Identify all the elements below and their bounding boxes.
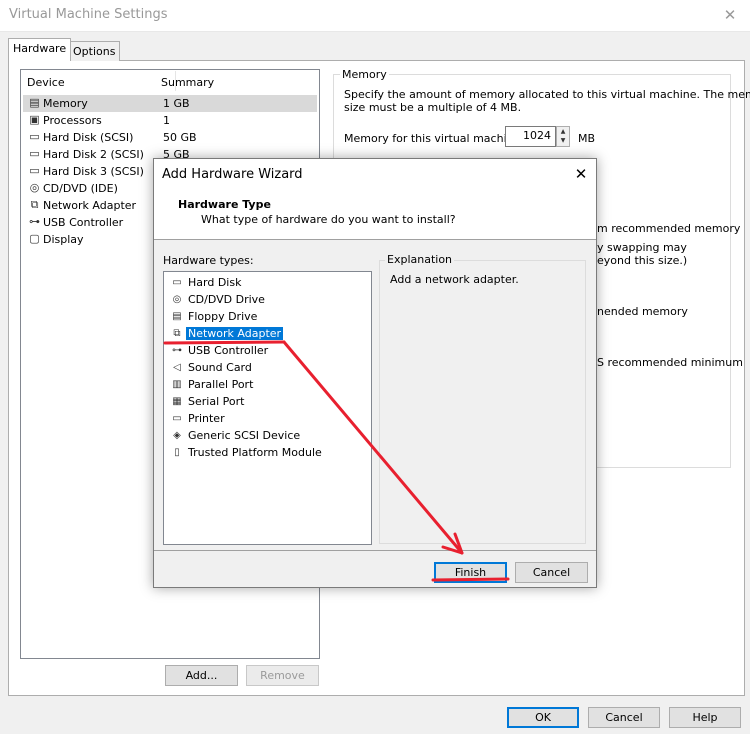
device-row[interactable]: ▣ Processors 1 — [23, 112, 317, 129]
network-adapter-icon: ⧉ — [173, 328, 181, 339]
hard-disk-icon: ▭ — [29, 130, 40, 143]
processor-icon: ▣ — [29, 113, 40, 126]
device-name: Hard Disk 3 (SCSI) — [43, 165, 144, 178]
device-name: Network Adapter — [43, 199, 137, 212]
wizard-close-icon[interactable]: ✕ — [570, 163, 592, 185]
memory-description-line2: size must be a multiple of 4 MB. — [344, 101, 522, 114]
hardware-type-item[interactable]: ⊶ USB Controller — [166, 343, 366, 359]
device-name: USB Controller — [43, 216, 124, 229]
memory-note-5: S recommended minimum — [597, 356, 743, 369]
memory-unit: MB — [578, 132, 596, 145]
device-row[interactable]: ▭ Hard Disk (SCSI) 50 GB — [23, 129, 317, 146]
hardware-type-item[interactable]: ▭ Printer — [166, 411, 366, 427]
column-header-summary[interactable]: Summary — [161, 76, 214, 89]
hardware-type-label: Generic SCSI Device — [188, 429, 301, 442]
hardware-type-item[interactable]: ▯ Trusted Platform Module — [166, 445, 366, 461]
memory-input[interactable]: 1024 — [505, 126, 556, 147]
device-summary: 50 GB — [163, 131, 197, 144]
hardware-types-list[interactable]: ▭ Hard Disk ◎ CD/DVD Drive ▤ Floppy Drive ⧉ Net… — [163, 271, 372, 545]
hard-disk-icon: ▭ — [172, 277, 182, 288]
device-name: Hard Disk 2 (SCSI) — [43, 148, 144, 161]
window-title: Virtual Machine Settings — [9, 7, 168, 22]
tab-hardware[interactable]: Hardware — [8, 38, 72, 61]
device-summary: 1 GB — [163, 97, 190, 110]
cd-dvd-icon: ◎ — [29, 181, 40, 194]
explanation-group — [379, 260, 586, 544]
device-row[interactable]: ▤ Memory 1 GB — [23, 95, 317, 112]
window-close-icon[interactable]: ✕ — [718, 4, 742, 26]
display-icon: ▢ — [29, 232, 40, 245]
cd-dvd-icon: ◎ — [172, 294, 182, 305]
memory-icon: ▤ — [29, 96, 40, 109]
hard-disk-icon: ▭ — [29, 147, 40, 160]
memory-note-1: m recommended memory — [597, 222, 741, 235]
cancel-button[interactable]: Cancel — [588, 707, 660, 728]
hardware-types-label: Hardware types: — [163, 254, 254, 267]
usb-icon: ⊶ — [29, 215, 40, 228]
device-name: Processors — [43, 114, 102, 127]
hardware-type-item[interactable]: ▥ Parallel Port — [166, 377, 366, 393]
wizard-subheading: What type of hardware do you want to ins… — [201, 213, 456, 226]
hardware-type-item[interactable]: ⧉ Network Adapter — [166, 326, 366, 342]
hardware-type-label: Serial Port — [188, 395, 245, 408]
column-header-device[interactable]: Device — [27, 76, 65, 89]
finish-button[interactable]: Finish — [434, 562, 507, 583]
printer-icon: ▭ — [172, 413, 182, 424]
scsi-icon: ◈ — [173, 430, 181, 441]
wizard-title: Add Hardware Wizard — [162, 167, 303, 182]
add-device-button[interactable]: Add... — [165, 665, 238, 686]
device-name: CD/DVD (IDE) — [43, 182, 118, 195]
memory-description-line1: Specify the amount of memory allocated t… — [344, 88, 750, 101]
hardware-type-item[interactable]: ◎ CD/DVD Drive — [166, 292, 366, 308]
hard-disk-icon: ▭ — [29, 164, 40, 177]
spin-down-icon[interactable]: ▼ — [557, 136, 569, 145]
hardware-type-label: Hard Disk — [188, 276, 242, 289]
spin-up-icon[interactable]: ▲ — [557, 127, 569, 136]
wizard-cancel-button[interactable]: Cancel — [515, 562, 588, 583]
help-button[interactable]: Help — [669, 707, 741, 728]
memory-note-2: y swapping may — [597, 241, 687, 254]
explanation-text: Add a network adapter. — [390, 273, 519, 286]
hardware-type-item[interactable]: ◁ Sound Card — [166, 360, 366, 376]
memory-field-label: Memory for this virtual machine: — [344, 132, 525, 145]
speaker-icon: ◁ — [173, 362, 181, 373]
hardware-type-label: Parallel Port — [188, 378, 254, 391]
hardware-type-label: CD/DVD Drive — [188, 293, 265, 306]
hardware-type-label: Network Adapter — [186, 327, 284, 340]
hardware-type-item[interactable]: ◈ Generic SCSI Device — [166, 428, 366, 444]
floppy-icon: ▤ — [172, 311, 182, 322]
hardware-type-label: Sound Card — [188, 361, 252, 374]
hardware-type-label: USB Controller — [188, 344, 269, 357]
hardware-type-item[interactable]: ▭ Hard Disk — [166, 275, 366, 291]
device-name: Display — [43, 233, 84, 246]
device-name: Hard Disk (SCSI) — [43, 131, 134, 144]
tab-options[interactable]: Options — [68, 41, 121, 61]
hardware-type-label: Floppy Drive — [188, 310, 258, 323]
device-summary: 1 — [163, 114, 170, 127]
device-name: Memory — [43, 97, 88, 110]
hardware-type-label: Trusted Platform Module — [188, 446, 322, 459]
wizard-heading: Hardware Type — [178, 198, 271, 211]
serial-port-icon: ▦ — [172, 396, 182, 407]
ok-button[interactable]: OK — [507, 707, 579, 728]
hardware-type-item[interactable]: ▤ Floppy Drive — [166, 309, 366, 325]
footer-divider — [154, 550, 596, 551]
hardware-type-item[interactable]: ▦ Serial Port — [166, 394, 366, 410]
parallel-port-icon: ▥ — [172, 379, 182, 390]
memory-note-4: nended memory — [597, 305, 688, 318]
memory-spinner[interactable]: ▲ ▼ — [556, 126, 570, 147]
network-adapter-icon: ⧉ — [30, 198, 39, 211]
explanation-label: Explanation — [385, 253, 455, 266]
usb-icon: ⊶ — [172, 345, 182, 356]
memory-group-label: Memory — [340, 68, 389, 81]
header-divider — [154, 239, 596, 240]
tpm-icon: ▯ — [174, 447, 180, 458]
remove-device-button[interactable]: Remove — [246, 665, 319, 686]
memory-note-3: eyond this size.) — [597, 254, 688, 267]
hardware-type-label: Printer — [188, 412, 225, 425]
